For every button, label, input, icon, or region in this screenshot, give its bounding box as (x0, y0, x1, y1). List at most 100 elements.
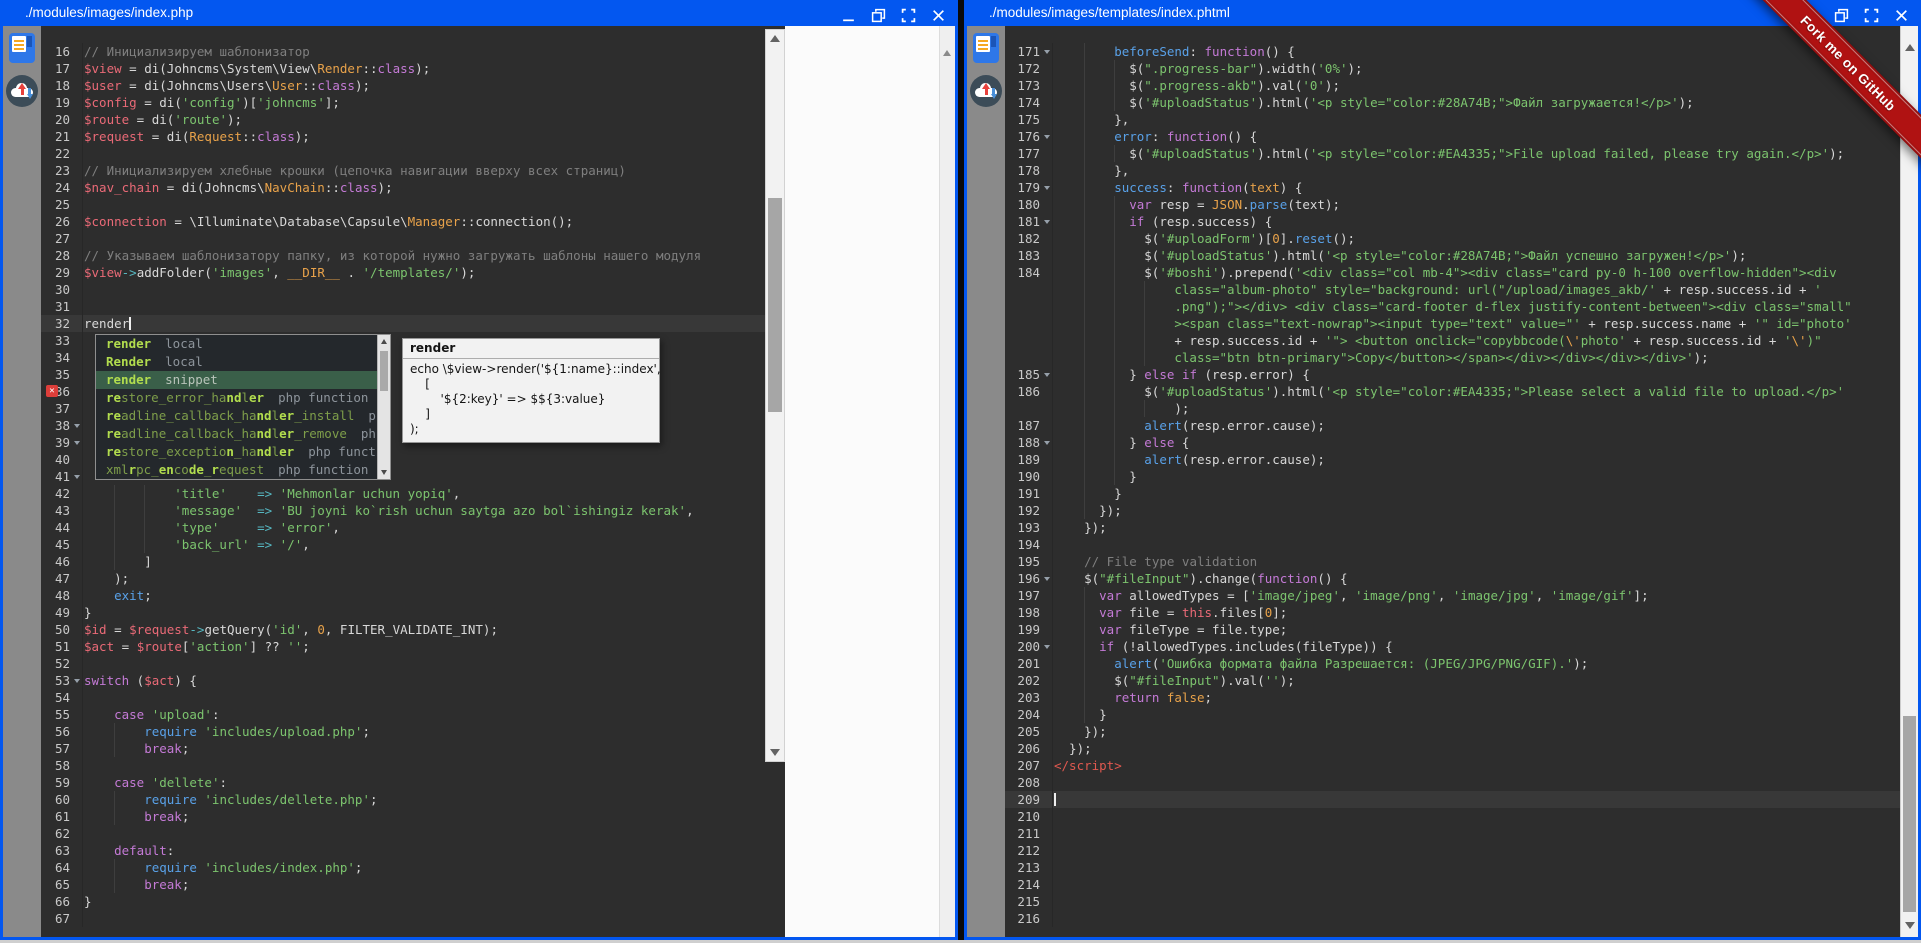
code-line[interactable]: 55case 'upload': (41, 706, 765, 723)
code-line[interactable]: 24$nav_chain = di(Johncms\NavChain::clas… (41, 179, 765, 196)
code-line[interactable]: 198var file = this.files[0]; (1005, 604, 1900, 621)
code-line[interactable]: 204} (1005, 706, 1900, 723)
code-line[interactable]: 181if (resp.success) { (1005, 213, 1900, 230)
fold-arrow-icon[interactable] (74, 475, 80, 479)
code-line[interactable]: 26$connection = \Illuminate\Database\Cap… (41, 213, 765, 230)
code-line[interactable]: 205}); (1005, 723, 1900, 740)
code-line[interactable]: 66} (41, 893, 765, 910)
code-line[interactable]: 54 (41, 689, 765, 706)
code-line[interactable]: 30 (41, 281, 765, 298)
fold-arrow-icon[interactable] (1044, 220, 1050, 224)
code-line[interactable]: 64require 'includes/index.php'; (41, 859, 765, 876)
scroll-down-icon[interactable] (381, 470, 387, 475)
fold-arrow-icon[interactable] (74, 424, 80, 428)
code-line[interactable]: 194 (1005, 536, 1900, 553)
fold-arrow-icon[interactable] (1044, 645, 1050, 649)
code-line[interactable]: 192}); (1005, 502, 1900, 519)
code-line[interactable]: 44'type' => 'error', (41, 519, 765, 536)
scrollbar-track[interactable] (765, 29, 785, 762)
code-line[interactable]: 193}); (1005, 519, 1900, 536)
upload-cloud-icon[interactable] (970, 75, 1002, 107)
code-line[interactable]: 203return false; (1005, 689, 1900, 706)
code-line[interactable]: 62 (41, 825, 765, 842)
code-line[interactable]: 188} else { (1005, 434, 1900, 451)
code-line[interactable]: 196$("#fileInput").change(function() { (1005, 570, 1900, 587)
code-line[interactable]: 200if (!allowedTypes.includes(fileType))… (1005, 638, 1900, 655)
code-line[interactable]: 45'back_url' => '/', (41, 536, 765, 553)
code-line[interactable]: 183$('#uploadStatus').html('<p style="co… (1005, 247, 1900, 264)
restore-icon[interactable] (871, 6, 886, 21)
autocomplete-item[interactable]: readline_callback_handler_installphp fun… (96, 407, 377, 425)
close-icon[interactable] (931, 6, 946, 21)
scroll-up-icon[interactable] (770, 35, 780, 42)
scroll-up-icon[interactable] (943, 50, 951, 56)
scrollbar-thumb[interactable] (1903, 716, 1916, 912)
scroll-down-icon[interactable] (770, 749, 780, 756)
fold-arrow-icon[interactable] (1044, 577, 1050, 581)
code-line[interactable]: 215 (1005, 893, 1900, 910)
code-line[interactable]: 43'message' => 'BU joyni ko`rish uchun s… (41, 502, 765, 519)
code-line[interactable]: 46] (41, 553, 765, 570)
code-line[interactable]: 187alert(resp.error.cause); (1005, 417, 1900, 434)
save-file-icon[interactable] (973, 33, 999, 63)
code-line[interactable]: 189alert(resp.error.cause); (1005, 451, 1900, 468)
autocomplete-dropdown[interactable]: renderlocalRenderlocalrendersnippetresto… (95, 334, 391, 480)
autocomplete-item[interactable]: xmlrpc_encode_requestphp function (96, 461, 377, 479)
code-line[interactable]: 32render (41, 315, 765, 332)
code-line[interactable]: 65break; (41, 876, 765, 893)
autocomplete-item[interactable]: Renderlocal (96, 353, 377, 371)
titlebar-left[interactable]: ./modules/images/index.php (0, 0, 958, 26)
code-line[interactable]: 61break; (41, 808, 765, 825)
fold-arrow-icon[interactable] (1044, 135, 1050, 139)
code-line[interactable]: 18$user = di(Johncms\Users\User::class); (41, 77, 765, 94)
code-line[interactable]: 27 (41, 230, 765, 247)
save-file-icon[interactable] (9, 33, 35, 63)
github-ribbon-band[interactable]: Fork me on GitHub (1742, 0, 1921, 170)
code-line[interactable]: + resp.success.id + '"> <button onclick=… (1005, 332, 1900, 349)
code-line[interactable]: 17$view = di(Johncms\System\View\Render:… (41, 60, 765, 77)
code-line[interactable]: 211 (1005, 825, 1900, 842)
code-line[interactable]: 199var fileType = file.type; (1005, 621, 1900, 638)
code-line[interactable]: 206}); (1005, 740, 1900, 757)
github-ribbon[interactable]: Fork me on GitHub (1721, 0, 1921, 200)
code-line[interactable]: 184$('#boshi').prepend('<div class="col … (1005, 264, 1900, 281)
autocomplete-scrollbar[interactable] (377, 335, 390, 479)
code-line[interactable]: 209 (1005, 791, 1900, 808)
autocomplete-item[interactable]: rendersnippet (96, 371, 377, 389)
code-line[interactable]: 186$('#uploadStatus').html('<p style="co… (1005, 383, 1900, 400)
code-line[interactable]: .png");"></div> <div class="card-footer … (1005, 298, 1900, 315)
code-line[interactable]: 50$id = $request->getQuery('id', 0, FILT… (41, 621, 765, 638)
autocomplete-item[interactable]: restore_error_handlerphp function (96, 389, 377, 407)
code-line[interactable]: 28// Указываем шаблонизатору папку, из к… (41, 247, 765, 264)
code-line[interactable]: 207</script> (1005, 757, 1900, 774)
fold-arrow-icon[interactable] (1044, 186, 1050, 190)
scroll-down-icon[interactable] (1905, 922, 1915, 929)
code-line[interactable]: 42'title' => 'Mehmonlar uchun yopiq', (41, 485, 765, 502)
autocomplete-item[interactable]: renderlocal (96, 335, 377, 353)
fullscreen-icon[interactable] (901, 6, 916, 21)
code-line[interactable]: 23// Инициализируем хлебные крошки (цепо… (41, 162, 765, 179)
code-line[interactable]: 47); (41, 570, 765, 587)
autocomplete-item[interactable]: readline_callback_handler_removephp func… (96, 425, 377, 443)
code-line[interactable]: 197var allowedTypes = ['image/jpeg', 'im… (1005, 587, 1900, 604)
fold-arrow-icon[interactable] (1044, 373, 1050, 377)
page-scrollbar-left[interactable] (939, 26, 955, 937)
code-line[interactable]: 52 (41, 655, 765, 672)
minimize-icon[interactable] (841, 6, 856, 21)
fold-arrow-icon[interactable] (74, 679, 80, 683)
code-line[interactable]: 53switch ($act) { (41, 672, 765, 689)
code-line[interactable]: 31 (41, 298, 765, 315)
code-line[interactable]: 191} (1005, 485, 1900, 502)
code-line[interactable]: 195// File type validation (1005, 553, 1900, 570)
scrollbar-thumb[interactable] (380, 351, 388, 391)
code-line[interactable]: 208 (1005, 774, 1900, 791)
fold-arrow-icon[interactable] (1044, 441, 1050, 445)
scroll-up-icon[interactable] (381, 339, 387, 344)
code-line[interactable]: 25 (41, 196, 765, 213)
code-line[interactable]: 63default: (41, 842, 765, 859)
code-line[interactable]: 182$('#uploadForm')[0].reset(); (1005, 230, 1900, 247)
code-line[interactable]: 67 (41, 910, 765, 927)
code-line[interactable]: 202$("#fileInput").val(''); (1005, 672, 1900, 689)
code-line[interactable]: 56require 'includes/upload.php'; (41, 723, 765, 740)
code-line[interactable]: 57break; (41, 740, 765, 757)
